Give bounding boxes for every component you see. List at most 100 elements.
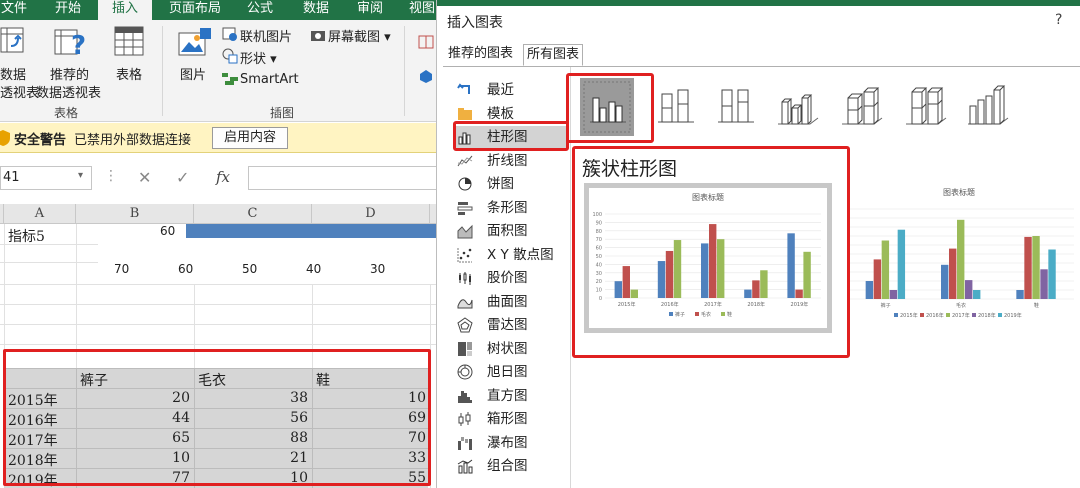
chart-type-item[interactable]: 面积图 [453, 220, 567, 242]
tab-page-layout[interactable]: 页面布局 [162, 0, 228, 20]
chart-type-item[interactable]: 条形图 [453, 197, 567, 219]
bar [873, 259, 882, 299]
shapes-button[interactable]: 形状 ▾ [240, 48, 277, 67]
3d-stacked-column-icon [842, 87, 883, 125]
legend-swatch [998, 313, 1002, 317]
tab-insert[interactable]: 插入 [98, 0, 152, 20]
waterfall-chart-icon [458, 436, 472, 450]
row-line [0, 344, 440, 345]
stock-chart-icon [459, 272, 471, 285]
shapes-label: 形状 [240, 52, 267, 67]
box-whisker-chart-icon [458, 412, 471, 426]
chart-type-item[interactable]: 树状图 [453, 338, 567, 360]
legend-label: 2019年 [1004, 312, 1022, 319]
preview-chart-title: 图表标题 [943, 187, 975, 197]
pivot-table-label-1[interactable]: 数据 [0, 64, 26, 83]
chart-type-label: 组合图 [487, 458, 528, 474]
preview-chart-svg: 图表标题裤子 毛衣 鞋 2015年 2016年 2017年 2018年 2019年 [848, 187, 1074, 319]
chart-type-item[interactable]: 最近 [453, 79, 567, 101]
chart-type-label: 饼图 [487, 176, 514, 192]
column-header-a[interactable]: A [4, 204, 76, 224]
row-line [0, 324, 440, 325]
help-button[interactable]: ? [1055, 12, 1062, 28]
chart-preview-by-category[interactable]: 图表标题 裤子 毛衣 鞋 2015年 2016年 2017年 2018年 2019年 [838, 183, 1080, 333]
chart-type-item[interactable]: 直方图 [453, 385, 567, 407]
tab-review[interactable]: 审阅 [350, 0, 390, 20]
recommended-pivot-label-2[interactable]: 数据透视表 [36, 82, 101, 101]
tab-data[interactable]: 数据 [296, 0, 336, 20]
legend-label: 2015年 [900, 312, 918, 319]
confirm-icon[interactable]: ✓ [176, 168, 189, 187]
chart-type-label: 最近 [487, 82, 514, 98]
chart-type-item[interactable]: 曲面图 [453, 291, 567, 313]
dialog-title: 插入图表 [447, 15, 503, 31]
worksheet-grid[interactable]: A B C D 指标5 60 70 60 50 40 30 裤子 毛衣 鞋 20… [0, 204, 440, 488]
chart-type-item[interactable]: 折线图 [453, 150, 567, 172]
column-header-d[interactable]: D [312, 204, 430, 224]
chart-type-item[interactable]: 股价图 [453, 267, 567, 289]
chart-type-label: 面积图 [487, 223, 528, 239]
chart-type-item[interactable]: 饼图 [453, 173, 567, 195]
tab-home[interactable]: 开始 [48, 0, 88, 20]
stacked-column-icon [658, 89, 694, 123]
chart-type-item[interactable]: 瀑布图 [453, 432, 567, 454]
recommended-pivot-label-1[interactable]: 推荐的 [50, 64, 89, 83]
subtype-3d-clustered-column[interactable] [770, 78, 824, 136]
online-picture-button[interactable]: 联机图片 [240, 26, 292, 45]
enable-content-button[interactable]: 启用内容 [212, 127, 288, 149]
chart-type-item[interactable]: 组合图 [453, 455, 567, 477]
cancel-icon[interactable]: ✕ [138, 168, 151, 187]
bar [941, 264, 949, 299]
subtype-stacked-column[interactable] [648, 78, 702, 136]
screenshot-label: 屏幕截图 [328, 30, 381, 45]
table-label[interactable]: 表格 [116, 64, 142, 83]
chart-type-label: 曲面图 [487, 293, 528, 310]
legend-label: 2017年 [952, 312, 970, 319]
highlight-box [3, 349, 431, 486]
subtype-3d-100-stacked-column[interactable] [898, 78, 952, 136]
x-tick-label: 毛衣 [956, 302, 966, 309]
smartart-button[interactable]: SmartArt [240, 72, 299, 87]
row-line [0, 304, 440, 305]
radar-chart-icon [457, 317, 473, 333]
line-chart-icon [457, 155, 473, 166]
legend-swatch [894, 313, 898, 317]
bar [1016, 290, 1024, 299]
x-tick-label: 鞋 [1034, 302, 1039, 309]
tab-recommended-charts[interactable]: 推荐的图表 [445, 44, 516, 66]
column-header-c[interactable]: C [194, 204, 312, 224]
tab-all-charts[interactable]: 所有图表 [523, 44, 584, 66]
surface-chart-icon [457, 298, 473, 308]
legend-label: 2016年 [926, 312, 944, 319]
subtype-3d-stacked-column[interactable] [834, 78, 888, 136]
chart-category-label: 指标5 [8, 229, 45, 245]
chart-type-item[interactable]: X Y 散点图 [453, 244, 567, 266]
combo-chart-icon [457, 459, 473, 474]
table-icon [114, 26, 144, 56]
pivot-table-label-2[interactable]: 透视表 [0, 82, 39, 101]
chart-type-item[interactable]: 箱形图 [453, 408, 567, 430]
security-warning-message: 已禁用外部数据连接 [74, 133, 192, 148]
scatter-chart-icon [457, 247, 472, 262]
subtype-100-stacked-column[interactable] [708, 78, 762, 136]
sunburst-chart-icon [457, 364, 473, 380]
tab-file[interactable]: 文件 [0, 0, 28, 20]
insert-function-icon[interactable]: fx [216, 168, 230, 186]
tab-formulas[interactable]: 公式 [240, 0, 280, 20]
column-header-b[interactable]: B [76, 204, 194, 224]
group-divider [162, 26, 163, 116]
formula-input[interactable] [248, 166, 440, 190]
template-icon [458, 107, 472, 120]
chart-type-item[interactable]: 雷达图 [453, 314, 567, 336]
3d-column-icon [968, 85, 1009, 125]
legend-swatch [920, 313, 924, 317]
bar [973, 290, 981, 299]
recent-icon [457, 83, 470, 94]
tab-view[interactable]: 视图 [404, 0, 440, 20]
ribbon-insert: 数据 透视表 ? 推荐的 数据透视表 表格 表格 图片 联机图片 形状 ▾ Sm… [0, 20, 440, 122]
picture-label[interactable]: 图片 [180, 64, 206, 83]
screenshot-button[interactable]: 屏幕截图 ▾ [328, 26, 391, 45]
name-box-dropdown-icon[interactable]: ▾ [78, 170, 83, 181]
subtype-3d-column[interactable] [960, 78, 1014, 136]
chart-type-item[interactable]: 旭日图 [453, 361, 567, 383]
